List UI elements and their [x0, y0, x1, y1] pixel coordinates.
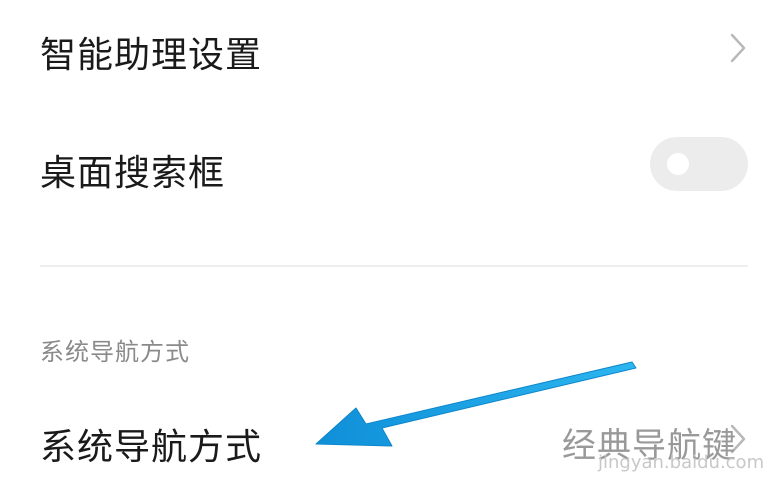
section-divider — [40, 265, 748, 267]
watermark-text: jingyan.baidu.com — [598, 452, 765, 473]
desktop-search-box-toggle[interactable] — [650, 137, 748, 191]
assistant-settings-row[interactable]: 智能助理设置 — [0, 0, 780, 100]
desktop-search-box-label: 桌面搜索框 — [40, 153, 226, 194]
assistant-settings-label: 智能助理设置 — [40, 35, 263, 76]
section-header: 系统导航方式 — [40, 338, 190, 366]
settings-screen: 智能助理设置 桌面搜索框 系统导航方式 系统导航方式 经典导航键 jingyan… — [0, 0, 780, 488]
toggle-knob — [667, 153, 689, 175]
navigation-mode-label: 系统导航方式 — [40, 427, 263, 468]
chevron-right-icon — [730, 33, 746, 63]
